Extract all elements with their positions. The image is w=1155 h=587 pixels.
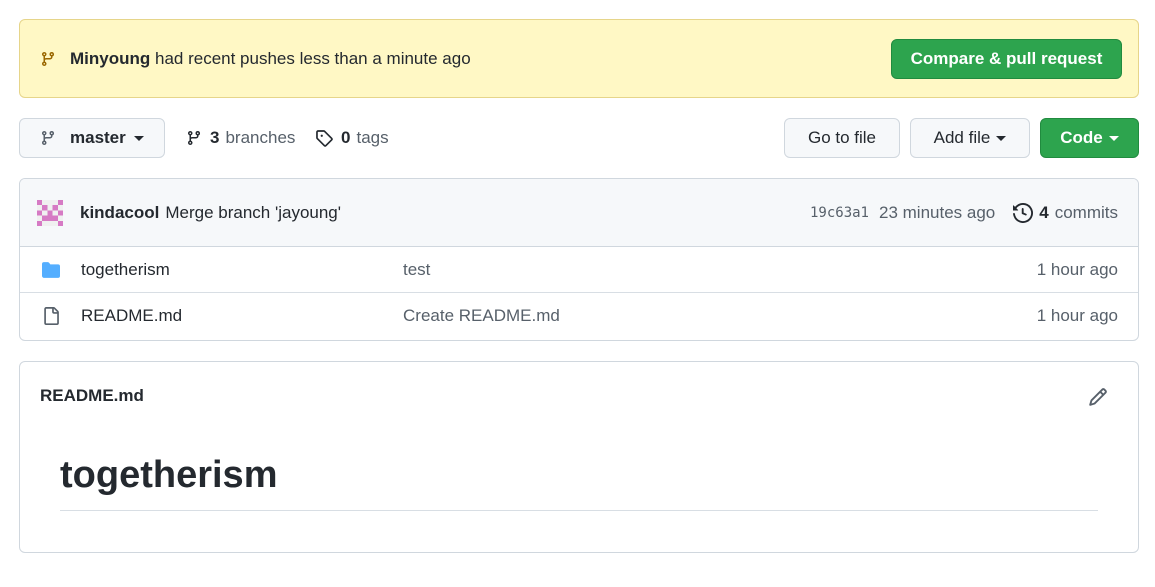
commit-meta: 19c63a1 23 minutes ago 4 commits (810, 203, 1118, 223)
file-icon (40, 307, 62, 325)
readme-panel: README.md togetherism (19, 361, 1139, 553)
banner-text: had recent pushes less than a minute ago (150, 48, 471, 68)
file-name[interactable]: README.md (81, 306, 403, 326)
readme-header[interactable]: README.md (40, 386, 144, 406)
code-label: Code (1060, 128, 1103, 147)
branches-link[interactable]: 3 branches (186, 118, 295, 158)
readme-title: togetherism (60, 452, 1098, 511)
tags-count: 0 (341, 128, 351, 147)
avatar[interactable] (37, 199, 63, 226)
branches-label: branches (225, 128, 296, 147)
file-browser: kindacool Merge branch 'jayoung' 19c63a1… (19, 178, 1139, 341)
branch-select-button[interactable]: master (19, 118, 165, 158)
add-file-label: Add file (933, 128, 991, 147)
repo-toolbar: master 3 branches 0 tags Go to file Add … (19, 118, 1139, 158)
commit-time: 23 minutes ago (879, 202, 996, 222)
go-to-file-button[interactable]: Go to file (784, 118, 900, 158)
commit-author[interactable]: kindacool (80, 203, 159, 223)
commit-sha[interactable]: 19c63a1 (810, 205, 869, 221)
commits-count: 4 (1039, 202, 1049, 222)
commit-message[interactable]: Merge branch 'jayoung' (165, 203, 341, 223)
tags-link[interactable]: 0 tags (315, 118, 389, 158)
tag-icon (316, 130, 333, 147)
pencil-icon[interactable] (1088, 387, 1108, 407)
commits-link[interactable]: 4 commits (1013, 203, 1118, 223)
file-name[interactable]: togetherism (81, 260, 403, 280)
file-age: 1 hour ago (1036, 306, 1118, 325)
branches-count: 3 (210, 128, 220, 147)
add-file-button[interactable]: Add file (910, 118, 1030, 158)
recent-push-banner: Minyoung had recent pushes less than a m… (19, 19, 1139, 98)
tags-label: tags (356, 128, 389, 147)
latest-commit-bar: kindacool Merge branch 'jayoung' 19c63a1… (20, 179, 1138, 247)
branch-icon (41, 131, 54, 146)
file-row[interactable]: README.md Create README.md 1 hour ago (20, 293, 1138, 339)
banner-user[interactable]: Minyoung (70, 49, 150, 68)
file-age: 1 hour ago (1036, 259, 1118, 279)
file-commit-message[interactable]: Create README.md (403, 306, 560, 326)
chevron-down-icon (996, 135, 1007, 141)
banner-message: Minyoung had recent pushes less than a m… (70, 49, 471, 69)
file-commit-message[interactable]: test (403, 260, 430, 280)
history-icon (1013, 202, 1034, 223)
branch-icon (41, 51, 54, 66)
code-button[interactable]: Code (1040, 118, 1139, 158)
chevron-down-icon (133, 135, 144, 141)
folder-icon (40, 261, 62, 279)
branch-icon (187, 131, 200, 146)
file-row[interactable]: togetherism test 1 hour ago (20, 247, 1138, 293)
chevron-down-icon (1108, 135, 1119, 141)
compare-pull-request-button[interactable]: Compare & pull request (891, 38, 1122, 79)
commits-label: commits (1054, 202, 1118, 222)
branch-name: master (70, 128, 126, 147)
